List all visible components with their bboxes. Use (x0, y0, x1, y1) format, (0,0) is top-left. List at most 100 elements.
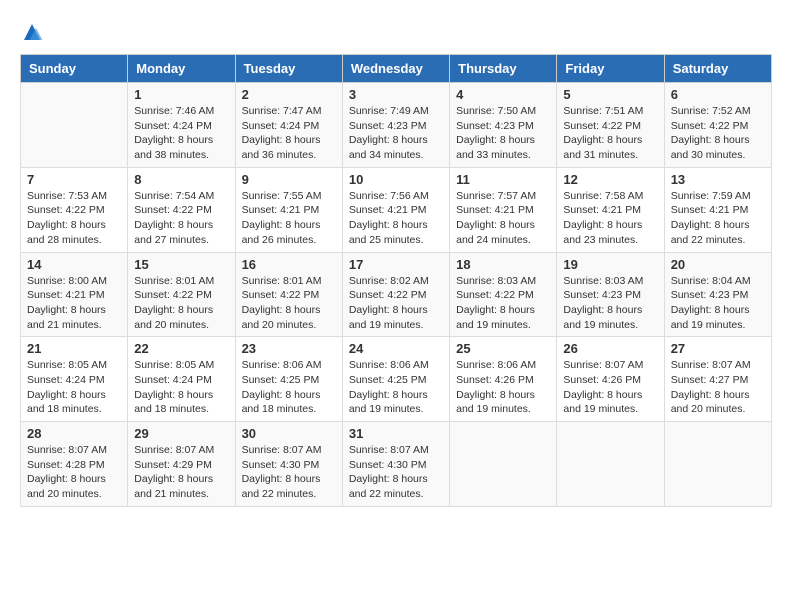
day-info: Sunrise: 8:06 AMSunset: 4:25 PMDaylight:… (349, 358, 443, 417)
week-row-5: 28 Sunrise: 8:07 AMSunset: 4:28 PMDayligh… (21, 422, 772, 507)
day-number: 4 (456, 87, 550, 102)
calendar-cell: 14Sunrise: 8:00 AMSunset: 4:21 PMDayligh… (21, 252, 128, 337)
day-number: 28 (27, 426, 121, 441)
calendar-cell: 8 Sunrise: 7:54 AMSunset: 4:22 PMDaylight… (128, 167, 235, 252)
day-number: 19 (563, 257, 657, 272)
calendar-cell: 29 Sunrise: 8:07 AMSunset: 4:29 PMDayligh… (128, 422, 235, 507)
day-number: 17 (349, 257, 443, 272)
day-number: 22 (134, 341, 228, 356)
day-info: Sunrise: 8:07 AMSunset: 4:30 PMDaylight:… (349, 443, 443, 502)
calendar-body: 1 Sunrise: 7:46 AMSunset: 4:24 PMDaylight… (21, 83, 772, 507)
day-info: Sunrise: 8:03 AMSunset: 4:22 PMDaylight:… (456, 274, 550, 333)
day-info: Sunrise: 7:58 AMSunset: 4:21 PMDaylight:… (563, 189, 657, 248)
calendar-table: SundayMondayTuesdayWednesdayThursdayFrid… (20, 54, 772, 507)
logo-icon (20, 20, 44, 44)
calendar-cell: 22 Sunrise: 8:05 AMSunset: 4:24 PMDayligh… (128, 337, 235, 422)
calendar-cell: 5 Sunrise: 7:51 AMSunset: 4:22 PMDaylight… (557, 83, 664, 168)
day-number: 30 (242, 426, 336, 441)
day-info: Sunrise: 8:07 AMSunset: 4:28 PMDaylight:… (27, 443, 121, 502)
day-number: 26 (563, 341, 657, 356)
day-info: Sunrise: 8:07 AMSunset: 4:27 PMDaylight:… (671, 358, 765, 417)
calendar-cell (21, 83, 128, 168)
calendar-cell (664, 422, 771, 507)
day-info: Sunrise: 8:05 AMSunset: 4:24 PMDaylight:… (27, 358, 121, 417)
calendar-cell: 3Sunrise: 7:49 AMSunset: 4:23 PMDaylight… (342, 83, 449, 168)
day-info: Sunrise: 8:02 AMSunset: 4:22 PMDaylight:… (349, 274, 443, 333)
calendar-cell: 17 Sunrise: 8:02 AMSunset: 4:22 PMDayligh… (342, 252, 449, 337)
calendar-cell: 15 Sunrise: 8:01 AMSunset: 4:22 PMDayligh… (128, 252, 235, 337)
day-info: Sunrise: 7:56 AMSunset: 4:21 PMDaylight:… (349, 189, 443, 248)
header-row: SundayMondayTuesdayWednesdayThursdayFrid… (21, 55, 772, 83)
day-info: Sunrise: 7:53 AMSunset: 4:22 PMDaylight:… (27, 189, 121, 248)
calendar-cell: 26 Sunrise: 8:07 AMSunset: 4:26 PMDayligh… (557, 337, 664, 422)
day-info: Sunrise: 8:01 AMSunset: 4:22 PMDaylight:… (134, 274, 228, 333)
calendar-cell: 7 Sunrise: 7:53 AMSunset: 4:22 PMDaylight… (21, 167, 128, 252)
day-number: 13 (671, 172, 765, 187)
calendar-cell: 23Sunrise: 8:06 AMSunset: 4:25 PMDayligh… (235, 337, 342, 422)
calendar-cell: 18 Sunrise: 8:03 AMSunset: 4:22 PMDayligh… (450, 252, 557, 337)
day-number: 15 (134, 257, 228, 272)
column-header-monday: Monday (128, 55, 235, 83)
calendar-cell: 12 Sunrise: 7:58 AMSunset: 4:21 PMDayligh… (557, 167, 664, 252)
day-number: 21 (27, 341, 121, 356)
calendar-cell: 4 Sunrise: 7:50 AMSunset: 4:23 PMDaylight… (450, 83, 557, 168)
calendar-cell: 16Sunrise: 8:01 AMSunset: 4:22 PMDayligh… (235, 252, 342, 337)
day-number: 9 (242, 172, 336, 187)
column-header-thursday: Thursday (450, 55, 557, 83)
calendar-cell: 1 Sunrise: 7:46 AMSunset: 4:24 PMDaylight… (128, 83, 235, 168)
day-info: Sunrise: 8:07 AMSunset: 4:30 PMDaylight:… (242, 443, 336, 502)
day-info: Sunrise: 7:47 AMSunset: 4:24 PMDaylight:… (242, 104, 336, 163)
calendar-cell: 31 Sunrise: 8:07 AMSunset: 4:30 PMDayligh… (342, 422, 449, 507)
day-info: Sunrise: 7:50 AMSunset: 4:23 PMDaylight:… (456, 104, 550, 163)
calendar-cell: 2Sunrise: 7:47 AMSunset: 4:24 PMDaylight… (235, 83, 342, 168)
day-number: 18 (456, 257, 550, 272)
day-info: Sunrise: 7:46 AMSunset: 4:24 PMDaylight:… (134, 104, 228, 163)
day-number: 5 (563, 87, 657, 102)
day-info: Sunrise: 7:54 AMSunset: 4:22 PMDaylight:… (134, 189, 228, 248)
week-row-3: 14Sunrise: 8:00 AMSunset: 4:21 PMDayligh… (21, 252, 772, 337)
day-number: 27 (671, 341, 765, 356)
day-number: 10 (349, 172, 443, 187)
day-number: 31 (349, 426, 443, 441)
day-info: Sunrise: 7:57 AMSunset: 4:21 PMDaylight:… (456, 189, 550, 248)
calendar-header: SundayMondayTuesdayWednesdayThursdayFrid… (21, 55, 772, 83)
week-row-4: 21 Sunrise: 8:05 AMSunset: 4:24 PMDayligh… (21, 337, 772, 422)
column-header-friday: Friday (557, 55, 664, 83)
calendar-cell (450, 422, 557, 507)
day-info: Sunrise: 8:06 AMSunset: 4:25 PMDaylight:… (242, 358, 336, 417)
day-number: 29 (134, 426, 228, 441)
calendar-cell: 11Sunrise: 7:57 AMSunset: 4:21 PMDayligh… (450, 167, 557, 252)
calendar-cell (557, 422, 664, 507)
day-number: 3 (349, 87, 443, 102)
week-row-1: 1 Sunrise: 7:46 AMSunset: 4:24 PMDaylight… (21, 83, 772, 168)
calendar-cell: 28 Sunrise: 8:07 AMSunset: 4:28 PMDayligh… (21, 422, 128, 507)
day-info: Sunrise: 8:06 AMSunset: 4:26 PMDaylight:… (456, 358, 550, 417)
day-number: 16 (242, 257, 336, 272)
day-info: Sunrise: 7:52 AMSunset: 4:22 PMDaylight:… (671, 104, 765, 163)
day-number: 20 (671, 257, 765, 272)
day-number: 12 (563, 172, 657, 187)
page-header (20, 20, 772, 44)
day-info: Sunrise: 7:59 AMSunset: 4:21 PMDaylight:… (671, 189, 765, 248)
calendar-cell: 10 Sunrise: 7:56 AMSunset: 4:21 PMDayligh… (342, 167, 449, 252)
column-header-wednesday: Wednesday (342, 55, 449, 83)
day-number: 6 (671, 87, 765, 102)
day-number: 1 (134, 87, 228, 102)
calendar-cell: 13 Sunrise: 7:59 AMSunset: 4:21 PMDayligh… (664, 167, 771, 252)
day-info: Sunrise: 8:04 AMSunset: 4:23 PMDaylight:… (671, 274, 765, 333)
calendar-cell: 20 Sunrise: 8:04 AMSunset: 4:23 PMDayligh… (664, 252, 771, 337)
day-number: 14 (27, 257, 121, 272)
day-info: Sunrise: 8:03 AMSunset: 4:23 PMDaylight:… (563, 274, 657, 333)
logo (20, 20, 48, 44)
day-number: 25 (456, 341, 550, 356)
day-info: Sunrise: 8:05 AMSunset: 4:24 PMDaylight:… (134, 358, 228, 417)
day-number: 8 (134, 172, 228, 187)
day-info: Sunrise: 8:07 AMSunset: 4:29 PMDaylight:… (134, 443, 228, 502)
calendar-cell: 30 Sunrise: 8:07 AMSunset: 4:30 PMDayligh… (235, 422, 342, 507)
calendar-cell: 6 Sunrise: 7:52 AMSunset: 4:22 PMDaylight… (664, 83, 771, 168)
calendar-cell: 27 Sunrise: 8:07 AMSunset: 4:27 PMDayligh… (664, 337, 771, 422)
day-number: 7 (27, 172, 121, 187)
calendar-cell: 21 Sunrise: 8:05 AMSunset: 4:24 PMDayligh… (21, 337, 128, 422)
day-info: Sunrise: 7:51 AMSunset: 4:22 PMDaylight:… (563, 104, 657, 163)
day-info: Sunrise: 8:07 AMSunset: 4:26 PMDaylight:… (563, 358, 657, 417)
